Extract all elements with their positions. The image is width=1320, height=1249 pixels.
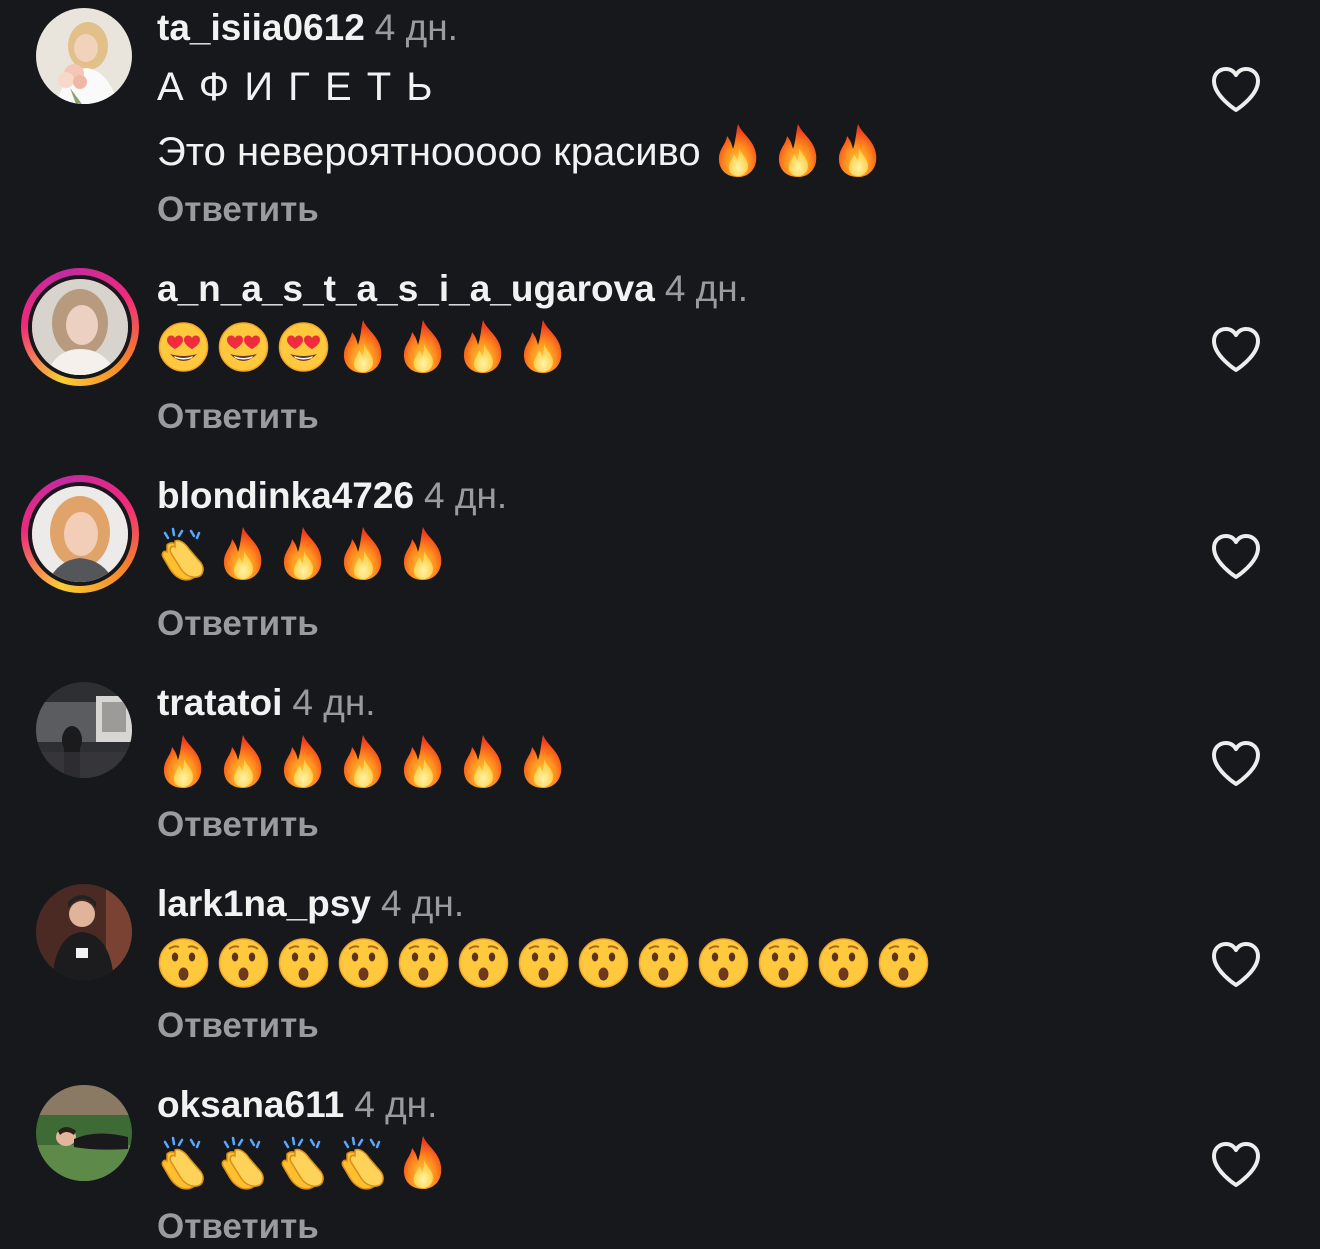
fire-emoji-icon — [772, 122, 825, 178]
fire-emoji-icon — [457, 733, 510, 789]
heart-outline-icon[interactable] — [1210, 66, 1262, 114]
heart-eyes-emoji-icon — [157, 318, 210, 374]
fire-emoji-icon — [397, 318, 450, 374]
fire-emoji-icon — [337, 318, 390, 374]
reply-button[interactable]: Ответить — [157, 604, 319, 644]
emoji-list — [712, 122, 885, 178]
username[interactable]: oksana611 — [157, 1084, 344, 1125]
avatar[interactable] — [28, 275, 132, 379]
comment-text: А Ф И Г Е Т Ь — [157, 65, 435, 109]
hushed-face-emoji-icon — [697, 934, 750, 990]
reply-button[interactable]: Ответить — [157, 190, 319, 230]
heart-outline-icon[interactable] — [1210, 740, 1262, 788]
fire-emoji-icon — [457, 318, 510, 374]
emoji-list — [157, 525, 450, 585]
avatar[interactable] — [36, 8, 132, 104]
hushed-face-emoji-icon — [817, 934, 870, 990]
comment-header: a_n_a_s_t_a_s_i_a_ugarova 4 дн. — [157, 267, 748, 311]
story-ring[interactable] — [21, 475, 139, 593]
comment-header: oksana611 4 дн. — [157, 1083, 437, 1127]
reply-button[interactable]: Ответить — [157, 1207, 319, 1247]
fire-emoji-icon — [217, 525, 270, 581]
emoji-list — [157, 318, 570, 378]
reply-button[interactable]: Ответить — [157, 1006, 319, 1046]
hushed-face-emoji-icon — [217, 934, 270, 990]
avatar[interactable] — [36, 1085, 132, 1181]
comments-list: ta_isiia0612 4 дн. А Ф И Г Е Т Ь Это неве… — [0, 0, 1320, 1249]
hushed-face-emoji-icon — [457, 934, 510, 990]
timestamp: 4 дн. — [424, 475, 508, 516]
emoji-list — [157, 1134, 450, 1194]
fire-emoji-icon — [397, 733, 450, 789]
username[interactable]: tratatoi — [157, 682, 282, 723]
comment-header: lark1na_psy 4 дн. — [157, 882, 464, 926]
fire-emoji-icon — [397, 1134, 450, 1190]
comment-header: blondinka4726 4 дн. — [157, 474, 507, 518]
username[interactable]: blondinka4726 — [157, 475, 414, 516]
hushed-face-emoji-icon — [637, 934, 690, 990]
reply-button[interactable]: Ответить — [157, 397, 319, 437]
fire-emoji-icon — [517, 318, 570, 374]
fire-emoji-icon — [832, 122, 885, 178]
heart-outline-icon[interactable] — [1210, 941, 1262, 989]
username[interactable]: lark1na_psy — [157, 883, 371, 924]
hushed-face-emoji-icon — [517, 934, 570, 990]
emoji-list — [157, 934, 930, 994]
hushed-face-emoji-icon — [577, 934, 630, 990]
username[interactable]: ta_isiia0612 — [157, 7, 365, 48]
clapping-hands-emoji-icon — [157, 1134, 210, 1190]
timestamp: 4 дн. — [292, 682, 376, 723]
fire-emoji-icon — [337, 525, 390, 581]
timestamp: 4 дн. — [380, 883, 465, 924]
heart-outline-icon[interactable] — [1210, 533, 1262, 581]
clapping-hands-emoji-icon — [157, 525, 210, 581]
hushed-face-emoji-icon — [277, 934, 330, 990]
timestamp: 4 дн. — [374, 7, 458, 48]
fire-emoji-icon — [277, 733, 330, 789]
timestamp: 4 дн. — [354, 1084, 438, 1125]
avatar[interactable] — [36, 682, 132, 778]
fire-emoji-icon — [337, 733, 390, 789]
heart-eyes-emoji-icon — [217, 318, 270, 374]
clapping-hands-emoji-icon — [337, 1134, 390, 1190]
hushed-face-emoji-icon — [157, 934, 210, 990]
username[interactable]: a_n_a_s_t_a_s_i_a_ugarova — [157, 268, 655, 309]
fire-emoji-icon — [712, 122, 765, 178]
hushed-face-emoji-icon — [397, 934, 450, 990]
hushed-face-emoji-icon — [337, 934, 390, 990]
comment-header: tratatoi 4 дн. — [157, 681, 376, 725]
fire-emoji-icon — [517, 733, 570, 789]
timestamp: 4 дн. — [664, 268, 748, 309]
fire-emoji-icon — [157, 733, 210, 789]
heart-outline-icon[interactable] — [1210, 326, 1262, 374]
comment-header: ta_isiia0612 4 дн. — [157, 6, 458, 50]
comment-text: Это невероятнооооо красиво — [157, 124, 885, 180]
avatar[interactable] — [28, 482, 132, 586]
hushed-face-emoji-icon — [757, 934, 810, 990]
clapping-hands-emoji-icon — [277, 1134, 330, 1190]
hushed-face-emoji-icon — [877, 934, 930, 990]
fire-emoji-icon — [397, 525, 450, 581]
clapping-hands-emoji-icon — [217, 1134, 270, 1190]
avatar[interactable] — [36, 884, 132, 980]
fire-emoji-icon — [217, 733, 270, 789]
heart-eyes-emoji-icon — [277, 318, 330, 374]
comment-text-content: Это невероятнооооо красиво — [157, 130, 701, 174]
heart-outline-icon[interactable] — [1210, 1141, 1262, 1189]
emoji-list — [157, 733, 570, 793]
fire-emoji-icon — [277, 525, 330, 581]
reply-button[interactable]: Ответить — [157, 805, 319, 845]
story-ring[interactable] — [21, 268, 139, 386]
